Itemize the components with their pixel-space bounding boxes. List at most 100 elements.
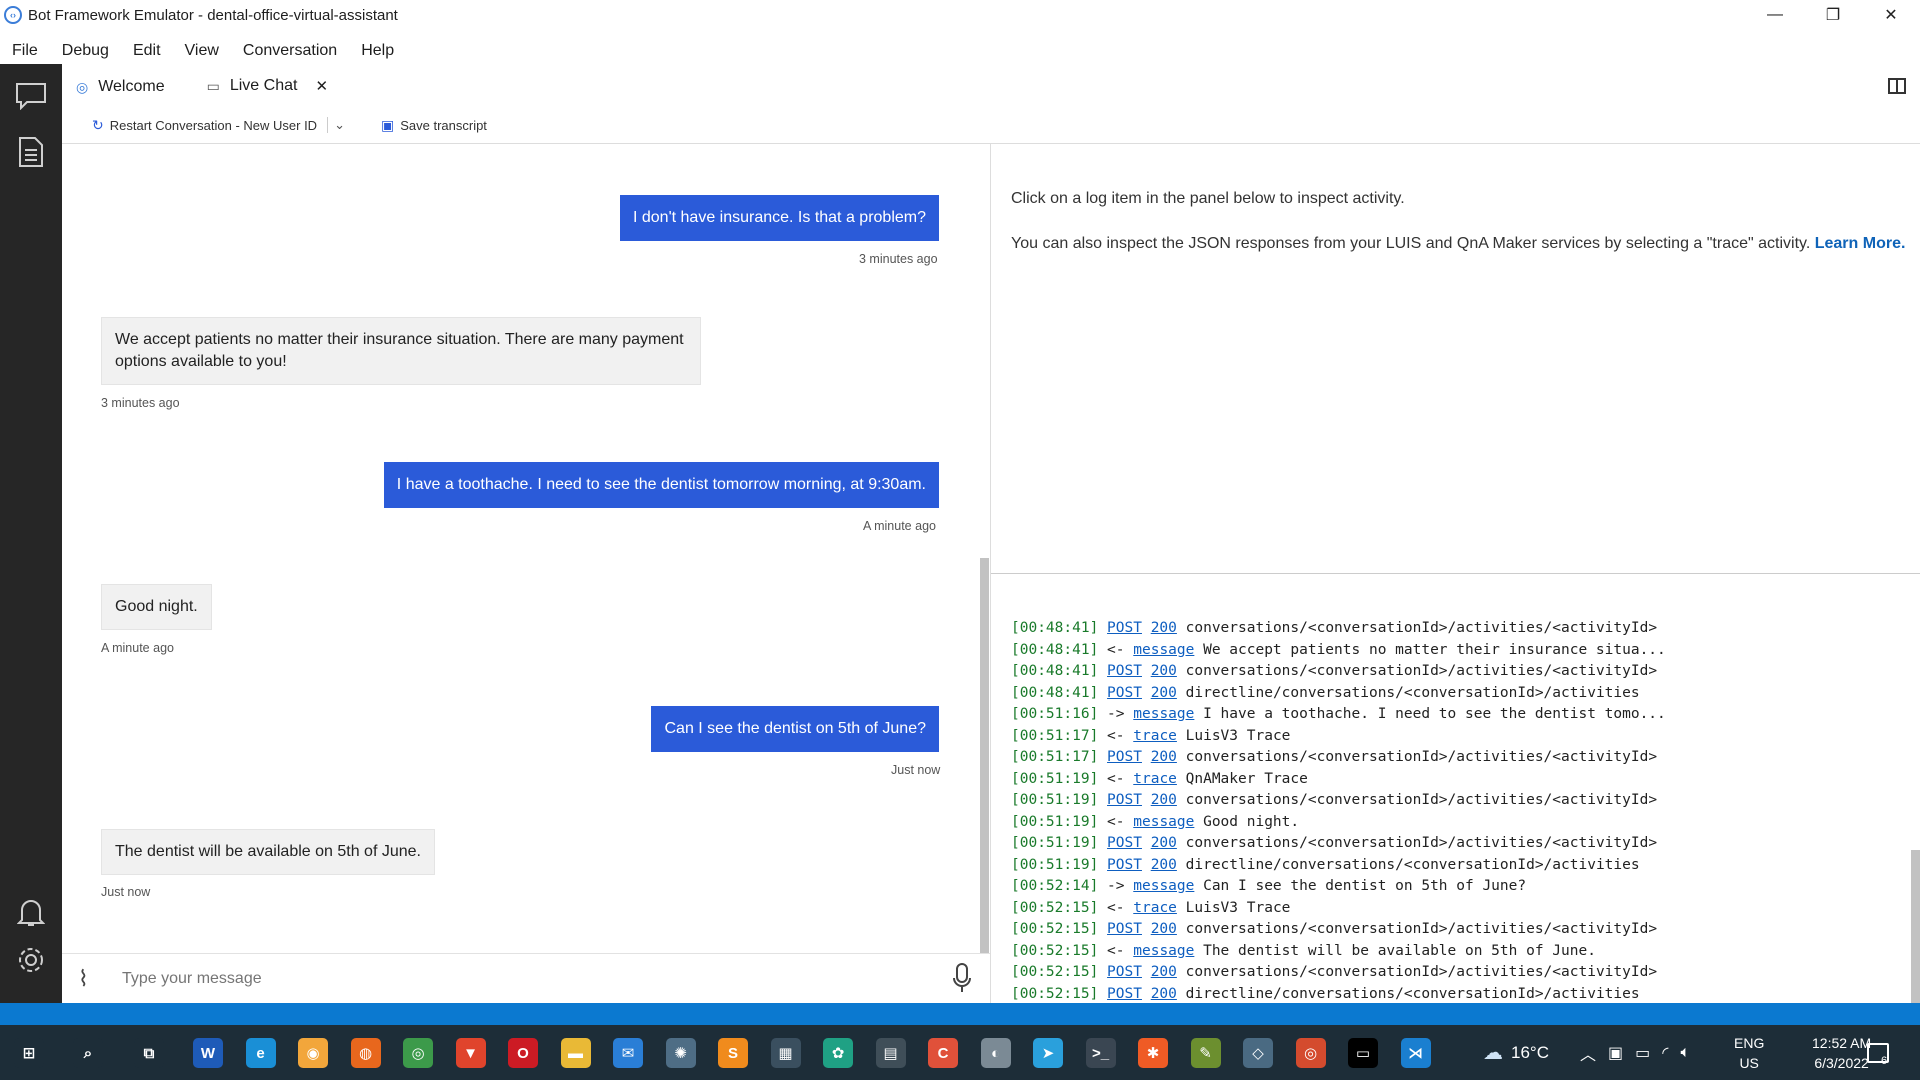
message-input[interactable] <box>122 969 822 988</box>
firefox-icon[interactable]: ◍ <box>350 1038 381 1068</box>
chevron-up-icon[interactable]: ︿ <box>1580 1041 1596 1065</box>
notification-center-icon[interactable]: 6 <box>1867 1025 1889 1080</box>
app-icon[interactable]: ✺ <box>665 1038 696 1068</box>
gimp-icon[interactable]: ✎ <box>1190 1038 1221 1068</box>
search-icon[interactable]: ⌕ <box>73 1038 103 1068</box>
weather-widget[interactable]: ☁ 16°C <box>1483 1025 1549 1080</box>
minimize-button[interactable]: — <box>1746 0 1804 30</box>
log-entry[interactable]: [00:48:41] POST 200 conversations/<conve… <box>1011 618 1666 640</box>
log-activity-link[interactable]: POST <box>1107 663 1142 679</box>
camera-icon[interactable]: ◐ <box>980 1038 1011 1068</box>
volume-icon[interactable]: 🔈︎ <box>1680 1044 1690 1062</box>
log-status-code[interactable]: 200 <box>1151 835 1177 851</box>
log-entry[interactable]: [00:51:19] POST 200 conversations/<conve… <box>1011 833 1666 855</box>
start-icon[interactable]: ⊞ <box>14 1038 44 1068</box>
tab-welcome[interactable]: ◎ Welcome <box>62 68 179 106</box>
chat-nav-icon[interactable] <box>13 78 49 114</box>
restart-dropdown-chevron-icon[interactable]: ⌄ <box>327 117 351 133</box>
log-activity-link[interactable]: trace <box>1133 728 1177 744</box>
close-tab-icon[interactable]: ✕ <box>315 77 328 95</box>
log-entry[interactable]: [00:52:15] <- message The dentist will b… <box>1011 941 1666 963</box>
book-icon[interactable]: ▤ <box>875 1038 906 1068</box>
chrome-icon[interactable]: ◎ <box>403 1038 433 1068</box>
microphone-icon[interactable] <box>952 962 972 999</box>
save-transcript-button[interactable]: ▣ Save transcript <box>371 117 497 134</box>
chrome-alt-icon[interactable]: ◎ <box>1295 1038 1326 1068</box>
attachment-icon[interactable]: ⌇ <box>78 966 89 992</box>
log-status-code[interactable]: 200 <box>1151 792 1177 808</box>
log-entry[interactable]: [00:52:14] -> message Can I see the dent… <box>1011 876 1666 898</box>
log-status-code[interactable]: 200 <box>1151 620 1177 636</box>
log-activity-link[interactable]: message <box>1133 943 1194 959</box>
tab-live-chat[interactable]: ▭ Live Chat ✕ <box>192 68 343 106</box>
log-activity-link[interactable]: message <box>1133 878 1194 894</box>
log-entry[interactable]: [00:52:15] <- trace LuisV3 Trace <box>1011 898 1666 920</box>
menu-view[interactable]: View <box>173 42 231 60</box>
log-status-code[interactable]: 200 <box>1151 964 1177 980</box>
log-activity-link[interactable]: message <box>1133 706 1194 722</box>
gear-icon[interactable] <box>13 942 49 978</box>
log-entry[interactable]: [00:51:19] <- trace QnAMaker Trace <box>1011 769 1666 791</box>
log-activity-link[interactable]: POST <box>1107 857 1142 873</box>
edge-icon[interactable]: e <box>245 1038 276 1068</box>
bot-emulator-icon[interactable]: ◇ <box>1243 1038 1273 1068</box>
close-button[interactable]: ✕ <box>1862 0 1920 30</box>
log-activity-link[interactable]: POST <box>1107 921 1142 937</box>
log-status-code[interactable]: 200 <box>1151 857 1177 873</box>
clock[interactable]: 12:52 AM 6/3/2022 <box>1812 1025 1871 1080</box>
log-activity-link[interactable]: POST <box>1107 620 1142 636</box>
log-activity-link[interactable]: trace <box>1133 771 1177 787</box>
language-indicator[interactable]: ENG US <box>1734 1025 1764 1080</box>
word-icon[interactable]: W <box>193 1038 223 1068</box>
terminal-icon[interactable]: >_ <box>1085 1038 1116 1068</box>
log-entry[interactable]: [00:51:16] -> message I have a toothache… <box>1011 704 1666 726</box>
menu-edit[interactable]: Edit <box>121 42 173 60</box>
chatgpt-icon[interactable]: ✿ <box>823 1038 853 1068</box>
log-status-code[interactable]: 200 <box>1151 663 1177 679</box>
vscode-icon[interactable]: ⋊ <box>1400 1038 1431 1068</box>
menu-file[interactable]: File <box>0 42 50 60</box>
log-activity-link[interactable]: POST <box>1107 685 1142 701</box>
log-entry[interactable]: [00:52:15] POST 200 conversations/<conve… <box>1011 962 1666 984</box>
log-entry[interactable]: [00:48:41] POST 200 directline/conversat… <box>1011 683 1666 705</box>
menu-debug[interactable]: Debug <box>50 42 121 60</box>
battery-icon[interactable]: ▭ <box>1635 1043 1650 1063</box>
log-entry[interactable]: [00:52:15] POST 200 directline/conversat… <box>1011 984 1666 1006</box>
log-entry[interactable]: [00:48:41] POST 200 conversations/<conve… <box>1011 661 1666 683</box>
learn-more-link[interactable]: Learn More. <box>1815 235 1906 252</box>
menu-help[interactable]: Help <box>349 42 406 60</box>
log-scrollbar[interactable] <box>1911 850 1920 1003</box>
log-status-code[interactable]: 200 <box>1151 986 1177 1002</box>
console-icon[interactable]: ▭ <box>1348 1038 1378 1068</box>
log-status-code[interactable]: 200 <box>1151 921 1177 937</box>
log-activity-link[interactable]: message <box>1133 642 1194 658</box>
log-activity-link[interactable]: trace <box>1133 900 1177 916</box>
log-entry[interactable]: [00:51:19] POST 200 directline/conversat… <box>1011 855 1666 877</box>
calculator-icon[interactable]: ▦ <box>770 1038 801 1068</box>
file-explorer-icon[interactable]: ▬ <box>560 1038 591 1068</box>
log-activity-link[interactable]: POST <box>1107 986 1142 1002</box>
log-entry[interactable]: [00:51:19] <- message Good night. <box>1011 812 1666 834</box>
telegram-icon[interactable]: ➤ <box>1033 1038 1063 1068</box>
log-entry[interactable]: [00:48:41] <- message We accept patients… <box>1011 640 1666 662</box>
log-entry[interactable]: [00:51:19] POST 200 conversations/<conve… <box>1011 790 1666 812</box>
postman-icon[interactable]: ✱ <box>1138 1038 1168 1068</box>
log-activity-link[interactable]: POST <box>1107 749 1142 765</box>
task-view-icon[interactable]: ⧉ <box>134 1038 164 1068</box>
log-activity-link[interactable]: POST <box>1107 964 1142 980</box>
sublime-icon[interactable]: S <box>718 1038 748 1068</box>
bell-icon[interactable] <box>13 894 49 930</box>
log-activity-link[interactable]: message <box>1133 814 1194 830</box>
log-activity-link[interactable]: POST <box>1107 835 1142 851</box>
log-status-code[interactable]: 200 <box>1151 749 1177 765</box>
menu-conversation[interactable]: Conversation <box>231 42 349 60</box>
split-view-icon[interactable] <box>1888 78 1906 94</box>
log-status-code[interactable]: 200 <box>1151 685 1177 701</box>
restart-conversation-button[interactable]: ↻ Restart Conversation - New User ID <box>82 117 327 134</box>
brave-icon[interactable]: ▼ <box>455 1038 486 1068</box>
wifi-icon[interactable]: ◜ <box>1662 1043 1668 1063</box>
log-entry[interactable]: [00:51:17] POST 200 conversations/<conve… <box>1011 747 1666 769</box>
browser-icon[interactable]: ◉ <box>298 1038 328 1068</box>
maximize-button[interactable]: ❐ <box>1804 0 1862 30</box>
opera-icon[interactable]: O <box>508 1038 538 1068</box>
